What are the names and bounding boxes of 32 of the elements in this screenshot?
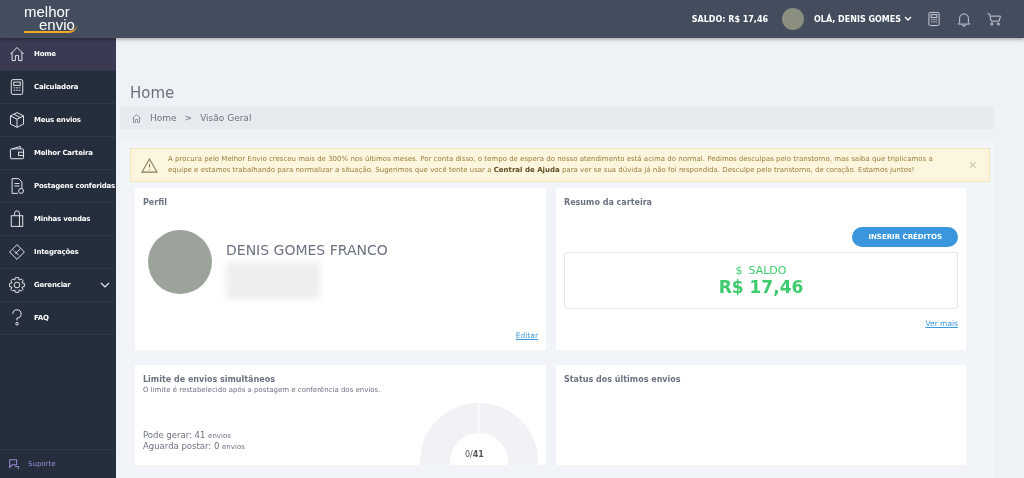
profile-name: DENIS GOMES FRANCO — [226, 242, 388, 258]
chat-icon — [8, 458, 20, 470]
breadcrumb-item[interactable]: Home — [150, 113, 177, 123]
balance-text: SALDO: R$ 17,46 — [691, 14, 769, 24]
bell-icon[interactable] — [956, 11, 972, 27]
bag-icon — [8, 210, 26, 228]
warning-icon — [141, 157, 158, 173]
breadcrumb-separator: > — [184, 113, 193, 123]
avatar[interactable] — [782, 8, 805, 30]
card-title: Perfil — [143, 198, 168, 207]
balance-label: SALDO — [748, 264, 787, 277]
cart-icon[interactable] — [986, 11, 1002, 27]
gear-icon — [8, 276, 26, 294]
home-icon — [8, 45, 26, 63]
donut-label: 0/41 — [465, 450, 484, 459]
logo: melhor envio — [24, 5, 77, 33]
dollar-icon: $ — [735, 264, 743, 277]
card-title: Status dos últimos envios — [564, 375, 682, 384]
calculator-icon — [8, 78, 26, 96]
document-icon — [8, 177, 26, 195]
calculator-icon[interactable] — [926, 11, 942, 27]
card-title: Limite de envios simultâneos — [143, 375, 276, 384]
chevron-icon — [904, 16, 912, 22]
card-title: Resumo da carteira — [564, 198, 653, 207]
chevron-icon[interactable] — [100, 281, 110, 289]
user-menu[interactable]: OLÁ, DENIS GOMES — [814, 14, 912, 24]
wallet-icon — [8, 144, 26, 162]
page-title: Home — [130, 84, 176, 102]
balance-value: R$ 17,46 — [718, 277, 804, 297]
home-icon — [131, 112, 142, 124]
box-icon — [8, 111, 26, 129]
breadcrumb-item: Visão Geral — [200, 113, 252, 123]
